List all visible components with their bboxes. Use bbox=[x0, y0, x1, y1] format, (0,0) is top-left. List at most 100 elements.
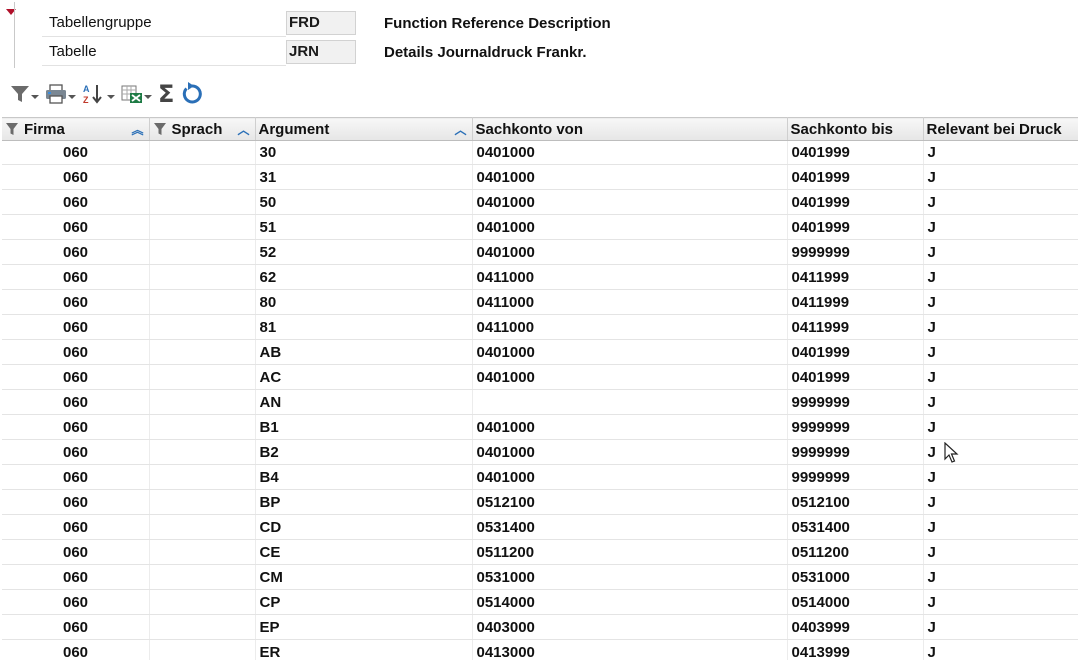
column-header-firma[interactable]: Firma ︽ bbox=[2, 117, 150, 141]
cell-von[interactable]: 0411000 bbox=[472, 289, 788, 315]
column-header-bis[interactable]: Sachkonto bis bbox=[787, 117, 924, 141]
cell-rel[interactable]: J bbox=[923, 514, 1078, 540]
cell-firma[interactable]: 060 bbox=[2, 339, 150, 365]
cell-rel[interactable]: J bbox=[923, 564, 1078, 590]
cell-sprach[interactable] bbox=[149, 364, 256, 390]
cell-bis[interactable]: 0401999 bbox=[787, 364, 924, 390]
cell-von[interactable]: 0401000 bbox=[472, 439, 788, 465]
cell-argument[interactable]: CE bbox=[255, 539, 473, 565]
cell-bis[interactable]: 0401999 bbox=[787, 140, 924, 165]
cell-argument[interactable]: AC bbox=[255, 364, 473, 390]
cell-bis[interactable]: 9999999 bbox=[787, 239, 924, 265]
cell-rel[interactable]: J bbox=[923, 539, 1078, 565]
cell-von[interactable]: 0401000 bbox=[472, 464, 788, 490]
cell-bis[interactable]: 0531400 bbox=[787, 514, 924, 540]
cell-rel[interactable]: J bbox=[923, 389, 1078, 415]
cell-bis[interactable]: 0511200 bbox=[787, 539, 924, 565]
cell-sprach[interactable] bbox=[149, 414, 256, 440]
cell-argument[interactable]: ER bbox=[255, 639, 473, 660]
cell-bis[interactable]: 0401999 bbox=[787, 164, 924, 190]
cell-argument[interactable]: 50 bbox=[255, 189, 473, 215]
cell-argument[interactable]: 52 bbox=[255, 239, 473, 265]
cell-rel[interactable]: J bbox=[923, 464, 1078, 490]
cell-bis[interactable]: 9999999 bbox=[787, 439, 924, 465]
cell-sprach[interactable] bbox=[149, 289, 256, 315]
cell-von[interactable]: 0411000 bbox=[472, 314, 788, 340]
table-row[interactable]: 060 AC 0401000 0401999 J bbox=[2, 364, 1078, 390]
cell-von[interactable]: 0531400 bbox=[472, 514, 788, 540]
cell-bis[interactable]: 0401999 bbox=[787, 189, 924, 215]
cell-argument[interactable]: CM bbox=[255, 564, 473, 590]
table-field[interactable]: JRN bbox=[286, 40, 356, 64]
cell-bis[interactable]: 9999999 bbox=[787, 464, 924, 490]
cell-von[interactable]: 0401000 bbox=[472, 189, 788, 215]
cell-firma[interactable]: 060 bbox=[2, 164, 150, 190]
cell-von[interactable]: 0401000 bbox=[472, 339, 788, 365]
table-row[interactable]: 060 CP 0514000 0514000 J bbox=[2, 589, 1078, 615]
table-row[interactable]: 060 BP 0512100 0512100 J bbox=[2, 489, 1078, 515]
cell-sprach[interactable] bbox=[149, 514, 256, 540]
cell-bis[interactable]: 0403999 bbox=[787, 614, 924, 640]
cell-argument[interactable]: 30 bbox=[255, 140, 473, 165]
cell-von[interactable]: 0401000 bbox=[472, 239, 788, 265]
table-row[interactable]: 060 CE 0511200 0511200 J bbox=[2, 539, 1078, 565]
cell-rel[interactable]: J bbox=[923, 639, 1078, 660]
cell-argument[interactable]: B4 bbox=[255, 464, 473, 490]
cell-argument[interactable]: 31 bbox=[255, 164, 473, 190]
cell-bis[interactable]: 0514000 bbox=[787, 589, 924, 615]
table-row[interactable]: 060 51 0401000 0401999 J bbox=[2, 214, 1078, 240]
cell-rel[interactable]: J bbox=[923, 239, 1078, 265]
table-row[interactable]: 060 ER 0413000 0413999 J bbox=[2, 639, 1078, 660]
cell-sprach[interactable] bbox=[149, 539, 256, 565]
cell-argument[interactable]: BP bbox=[255, 489, 473, 515]
cell-von[interactable]: 0401000 bbox=[472, 164, 788, 190]
cell-sprach[interactable] bbox=[149, 439, 256, 465]
cell-sprach[interactable] bbox=[149, 264, 256, 290]
cell-von[interactable]: 0401000 bbox=[472, 364, 788, 390]
cell-sprach[interactable] bbox=[149, 164, 256, 190]
table-row[interactable]: 060 EP 0403000 0403999 J bbox=[2, 614, 1078, 640]
cell-firma[interactable]: 060 bbox=[2, 414, 150, 440]
cell-rel[interactable]: J bbox=[923, 264, 1078, 290]
table-row[interactable]: 060 CD 0531400 0531400 J bbox=[2, 514, 1078, 540]
cell-firma[interactable]: 060 bbox=[2, 489, 150, 515]
cell-bis[interactable]: 0531000 bbox=[787, 564, 924, 590]
sort-double-up-icon[interactable]: ︽ bbox=[131, 121, 143, 138]
cell-von[interactable]: 0401000 bbox=[472, 414, 788, 440]
cell-firma[interactable]: 060 bbox=[2, 614, 150, 640]
cell-argument[interactable]: 51 bbox=[255, 214, 473, 240]
cell-rel[interactable]: J bbox=[923, 414, 1078, 440]
cell-firma[interactable]: 060 bbox=[2, 239, 150, 265]
column-filter-icon[interactable] bbox=[153, 122, 167, 136]
cell-bis[interactable]: 0411999 bbox=[787, 314, 924, 340]
table-row[interactable]: 060 AB 0401000 0401999 J bbox=[2, 339, 1078, 365]
cell-bis[interactable]: 0512100 bbox=[787, 489, 924, 515]
cell-rel[interactable]: J bbox=[923, 339, 1078, 365]
cell-bis[interactable]: 0411999 bbox=[787, 289, 924, 315]
sort-button[interactable]: A Z bbox=[82, 81, 115, 107]
cell-von[interactable]: 0512100 bbox=[472, 489, 788, 515]
cell-argument[interactable]: 80 bbox=[255, 289, 473, 315]
cell-firma[interactable]: 060 bbox=[2, 539, 150, 565]
cell-argument[interactable]: EP bbox=[255, 614, 473, 640]
cell-rel[interactable]: J bbox=[923, 489, 1078, 515]
cell-firma[interactable]: 060 bbox=[2, 639, 150, 660]
cell-sprach[interactable] bbox=[149, 489, 256, 515]
print-button[interactable] bbox=[45, 81, 76, 107]
table-row[interactable]: 060 80 0411000 0411999 J bbox=[2, 289, 1078, 315]
cell-argument[interactable]: 81 bbox=[255, 314, 473, 340]
cell-rel[interactable]: J bbox=[923, 289, 1078, 315]
cell-bis[interactable]: 9999999 bbox=[787, 389, 924, 415]
cell-argument[interactable]: B1 bbox=[255, 414, 473, 440]
cell-firma[interactable]: 060 bbox=[2, 140, 150, 165]
cell-rel[interactable]: J bbox=[923, 589, 1078, 615]
cell-sprach[interactable] bbox=[149, 464, 256, 490]
cell-von[interactable]: 0531000 bbox=[472, 564, 788, 590]
cell-argument[interactable]: CP bbox=[255, 589, 473, 615]
cell-bis[interactable]: 9999999 bbox=[787, 414, 924, 440]
cell-von[interactable]: 0403000 bbox=[472, 614, 788, 640]
table-row[interactable]: 060 B4 0401000 9999999 J bbox=[2, 464, 1078, 490]
cell-bis[interactable]: 0413999 bbox=[787, 639, 924, 660]
cell-rel[interactable]: J bbox=[923, 140, 1078, 165]
table-row[interactable]: 060 CM 0531000 0531000 J bbox=[2, 564, 1078, 590]
